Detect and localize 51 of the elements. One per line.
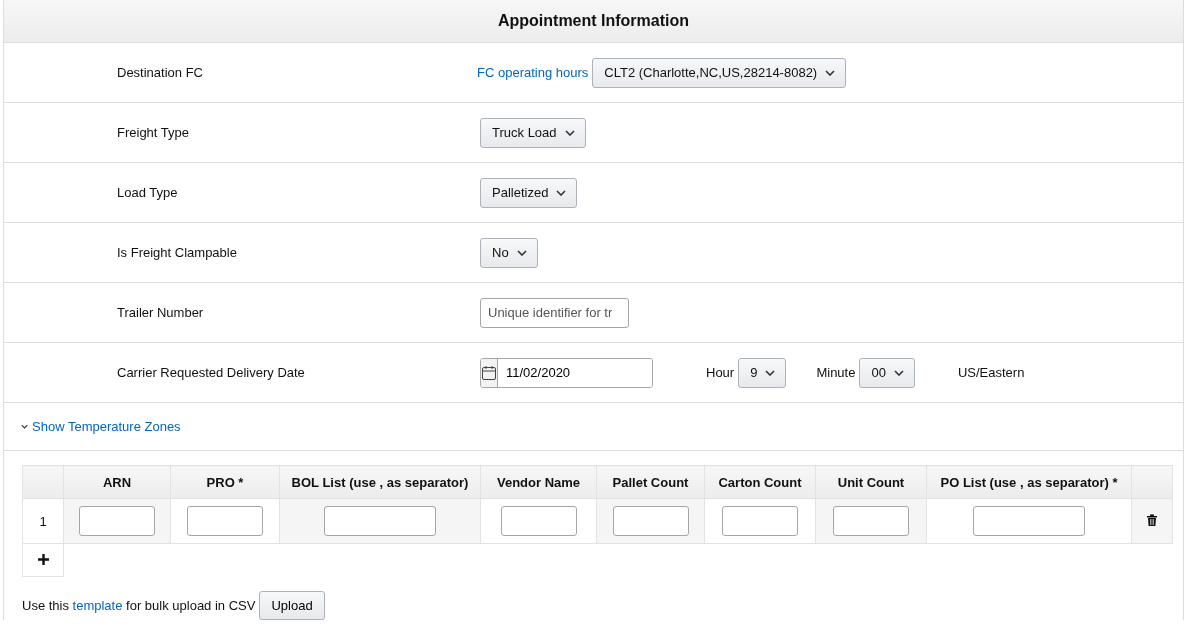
dropdown[interactable]: Palletized [480,177,578,208]
dropdown[interactable]: CLT2 (Charlotte,NC,US,28214-8082) [592,57,847,88]
column-header: Pallet Count [596,465,705,499]
temperature-zones-toggle[interactable]: Show Temperature Zones [21,419,181,434]
add-row-icon[interactable] [37,553,49,565]
caret-icon [21,424,28,429]
field-label: Freight Type [116,125,191,140]
column-header: PO List (use , as separator) * [926,465,1132,499]
upload-instruction: Use this template for bulk upload in CSV [22,598,256,613]
hour-label: Hour [706,365,735,380]
column-header: Vendor Name [480,465,597,499]
row-number: 1 [22,498,64,544]
caret-icon [825,69,836,76]
dropdown[interactable]: Truck Load [480,117,586,148]
field-label: Trailer Number [116,305,205,320]
table-input-field[interactable] [324,506,436,536]
minute-label: Minute [816,365,856,380]
calendar-icon[interactable] [481,358,498,387]
date-field[interactable]: 11/02/2020 [480,357,653,388]
table-input-field[interactable] [79,506,155,536]
caret-icon [556,189,567,196]
column-header: PRO * [170,465,280,499]
trash-icon[interactable] [1147,513,1157,526]
table-input-field[interactable] [833,506,909,536]
template-link[interactable]: template [72,598,123,613]
column-header: ARN [63,465,171,499]
table-input-field[interactable] [500,506,577,536]
field-label: Destination FC [116,65,204,80]
column-header: BOL List (use , as separator) [279,465,481,499]
header-cell [22,465,64,499]
caret-icon [765,369,776,376]
trailer-number-field[interactable]: Unique identifier for tr [480,297,629,328]
table-input-field[interactable] [973,506,1085,536]
table-input-field[interactable] [187,506,263,536]
upload-button[interactable]: Upload [259,591,325,620]
table-input-field[interactable] [612,506,689,536]
field-label: Is Freight Clampable [116,245,238,260]
column-header: Unit Count [815,465,927,499]
table-input-field[interactable] [722,506,798,536]
dropdown[interactable]: No [480,237,538,268]
field-label: Load Type [116,185,179,200]
field-label: Carrier Requested Delivery Date [116,365,306,380]
operating-hours-link[interactable]: FC operating hours [477,65,589,80]
caret-icon [516,249,527,256]
minute-dropdown[interactable]: 00 [859,357,915,388]
column-header: Carton Count [704,465,816,499]
section-title: Appointment Information [4,0,1183,43]
timezone-text: US/Eastern [957,365,1025,380]
hour-dropdown[interactable]: 9 [738,357,787,388]
caret-icon [564,129,575,136]
caret-icon [893,369,904,376]
